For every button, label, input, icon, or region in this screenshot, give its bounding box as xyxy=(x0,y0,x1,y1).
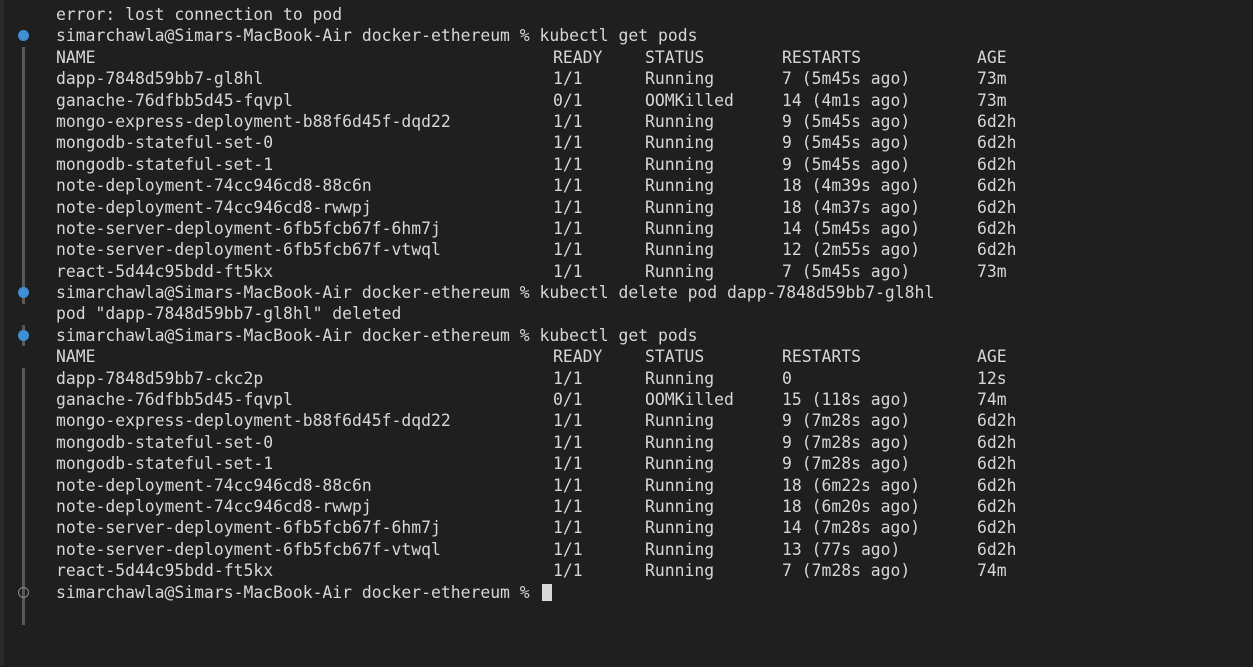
command-text: kubectl get pods xyxy=(539,325,698,345)
table-row: note-server-deployment-6fb5fcb67f-vtwql 1… xyxy=(56,539,1017,559)
shell-prompt: simarchawla@Simars-MacBook-Air docker-et… xyxy=(56,26,530,46)
shell-prompt: simarchawla@Simars-MacBook-Air docker-et… xyxy=(56,582,530,602)
command-text: kubectl get pods xyxy=(539,26,698,46)
command-success-icon[interactable] xyxy=(18,30,29,42)
table-row: mongodb-stateful-set-0 1/1 Running 9 (7m28s… xyxy=(56,432,1017,452)
table-row: mongodb-stateful-set-0 1/1 Running 9 (5m45s… xyxy=(56,133,1017,153)
table-row: mongo-express-deployment-b88f6d45f-dqd22… xyxy=(56,411,1017,431)
table-row: mongo-express-deployment-b88f6d45f-dqd22… xyxy=(56,111,1017,131)
table-row: ganache-76dfbb5d45-fqvpl 0/1 OOMKilled 14 (… xyxy=(56,90,1007,110)
text-cursor xyxy=(541,583,552,601)
table-row: ganache-76dfbb5d45-fqvpl 0/1 OOMKilled 15 (… xyxy=(56,390,1007,410)
command-success-icon[interactable] xyxy=(18,329,29,341)
table-row: mongodb-stateful-set-1 1/1 Running 9 (7m28s… xyxy=(56,454,1017,474)
table-row: dapp-7848d59bb7-ckc2p 1/1 Running 0 12s xyxy=(56,368,1007,388)
table-row: mongodb-stateful-set-1 1/1 Running 9 (5m45s… xyxy=(56,154,1017,174)
command-success-icon[interactable] xyxy=(18,287,29,299)
active-prompt-line[interactable]: simarchawla@Simars-MacBook-Air docker-et… xyxy=(0,582,1253,603)
table-row: react-5d44c95bdd-ft5kx 1/1 Running 7 (5m45s… xyxy=(56,261,1007,281)
error-line: error: lost connection to pod xyxy=(56,5,343,24)
table-row: note-deployment-74cc946cd8-88c6n 1/1 Runni… xyxy=(56,176,1017,196)
table-row: note-server-deployment-6fb5fcb67f-6hm7j 1… xyxy=(56,218,1017,238)
terminal-panel[interactable]: error: lost connection to pod simarchawl… xyxy=(0,0,1253,665)
table-row: note-server-deployment-6fb5fcb67f-vtwql 1… xyxy=(56,240,1017,260)
table-row: dapp-7848d59bb7-gl8hl 1/1 Running 7 (5m45s … xyxy=(56,69,1007,89)
shell-prompt: simarchawla@Simars-MacBook-Air docker-et… xyxy=(56,283,530,303)
command-line: simarchawla@Simars-MacBook-Air docker-et… xyxy=(0,25,1253,46)
table-row: react-5d44c95bdd-ft5kx 1/1 Running 7 (7m28s… xyxy=(56,561,1007,581)
table-row: note-deployment-74cc946cd8-rwwpj 1/1 Runni… xyxy=(56,197,1017,217)
command-pending-icon xyxy=(18,586,29,598)
table-header: NAME READY STATUS RESTARTS AGE xyxy=(56,347,1007,367)
delete-output-line: pod "dapp-7848d59bb7-gl8hl" deleted xyxy=(56,304,402,324)
command-line: simarchawla@Simars-MacBook-Air docker-et… xyxy=(0,282,1253,303)
shell-prompt: simarchawla@Simars-MacBook-Air docker-et… xyxy=(56,325,530,345)
table-row: note-deployment-74cc946cd8-rwwpj 1/1 Runni… xyxy=(56,496,1017,516)
command-text: kubectl delete pod dapp-7848d59bb7-gl8hl xyxy=(539,283,935,303)
command-line: simarchawla@Simars-MacBook-Air docker-et… xyxy=(0,325,1253,346)
table-header: NAME READY STATUS RESTARTS AGE xyxy=(56,47,1007,67)
table-row: note-deployment-74cc946cd8-88c6n 1/1 Runni… xyxy=(56,475,1017,495)
terminal-output: error: lost connection to pod simarchawl… xyxy=(0,4,1253,603)
table-row: note-server-deployment-6fb5fcb67f-6hm7j 1… xyxy=(56,518,1017,538)
